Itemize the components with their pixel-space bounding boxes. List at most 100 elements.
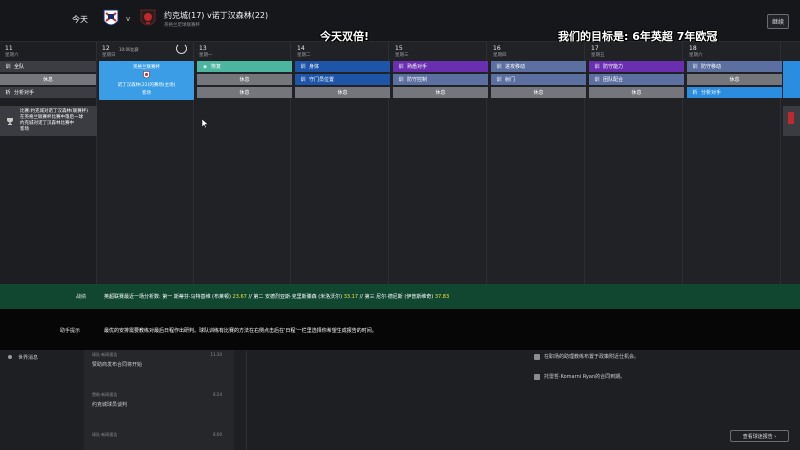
next-day-crest-icon bbox=[788, 112, 794, 124]
event-label: 进攻移动 bbox=[505, 64, 526, 70]
event-label: 休息 bbox=[239, 90, 250, 96]
york-city-crest-icon bbox=[103, 9, 119, 26]
list-item[interactable]: 球队·新闻报告 11:30 赞助商发布合同将开始 bbox=[92, 352, 230, 368]
list-item[interactable]: 赞助·新闻报告 8:24 约克城球员谈判 bbox=[92, 392, 230, 408]
event-rest[interactable]: 休息 bbox=[491, 87, 586, 98]
notification-text: 在职场的助理教练布置于政策附近仕机会。 bbox=[544, 354, 640, 360]
event-rest[interactable]: 休息 bbox=[197, 87, 292, 98]
match-card-competition: 英格兰联赛杯 bbox=[133, 65, 160, 70]
result-text-segment: // 第二 安德烈亚斯·克里斯滕森 (米洛沃尔) bbox=[248, 294, 343, 300]
day-time-note: 10:00比赛 bbox=[119, 47, 139, 52]
notification-item[interactable]: 在职场的助理教练布置于政策附近仕机会。 bbox=[534, 353, 639, 360]
feed-item-time: 8:00 bbox=[213, 432, 222, 437]
event-analyse-opponent[interactable]: 析 分析对手 bbox=[687, 87, 782, 98]
training-icon: 训 bbox=[398, 77, 404, 83]
day-number: 14 bbox=[297, 45, 305, 52]
staff-icon bbox=[534, 353, 540, 360]
event-defensive-movement[interactable]: 训 防守移动 bbox=[687, 61, 782, 72]
event-training-squad[interactable]: 训 全队 bbox=[0, 61, 96, 72]
result-bar-text: 英超联赛最近一场分析数: 第一 斯蒂芬·马特基维 (布莱顿) 23.67 // … bbox=[104, 293, 449, 300]
event-physical[interactable]: 训 身体 bbox=[295, 61, 390, 72]
opponent-crest-icon bbox=[143, 71, 150, 79]
today-label[interactable]: 今天 bbox=[72, 14, 88, 25]
feed-item-time: 8:24 bbox=[213, 392, 222, 397]
training-icon: 训 bbox=[692, 64, 698, 70]
event-rest[interactable]: 休息 bbox=[197, 74, 292, 85]
event-defensive-control[interactable]: 训 防守控制 bbox=[393, 74, 488, 85]
day-weekday: 星期六 bbox=[5, 53, 19, 58]
match-day-card[interactable]: 英格兰联赛杯 诺丁汉森林(22)的赛场(主场) 客场 bbox=[99, 61, 194, 100]
day-weekday: 星期一 bbox=[199, 53, 213, 58]
mouse-cursor-icon bbox=[202, 119, 208, 128]
training-icon: 训 bbox=[594, 64, 600, 70]
day-number: 13 bbox=[199, 45, 207, 52]
training-icon: 训 bbox=[398, 64, 404, 70]
feed-item-source: 球队·新闻报告 bbox=[92, 432, 118, 437]
match-competition: 英格兰足球联赛杯 bbox=[164, 23, 200, 28]
event-label: 全队 bbox=[14, 64, 25, 70]
event-defensive-ability[interactable]: 训 防守能力 bbox=[589, 61, 684, 72]
match-card-opponent: 诺丁汉森林(22)的赛场(主场) bbox=[117, 83, 176, 88]
world-news-label[interactable]: 世界消息 bbox=[18, 354, 38, 361]
day-weekday: 星期日 bbox=[102, 53, 116, 58]
day-number: 12 bbox=[102, 45, 110, 52]
training-icon: 训 bbox=[496, 64, 502, 70]
event-rest[interactable]: 休息 bbox=[295, 87, 390, 98]
continue-button[interactable]: 继续 bbox=[767, 14, 789, 29]
vs-label: v bbox=[126, 15, 131, 23]
view-fan-report-button[interactable]: 查看球迷报告 › bbox=[730, 430, 789, 442]
event-label: 团队配合 bbox=[603, 77, 624, 83]
lower-panel: 世界消息 球队·新闻报告 11:30 赞助商发布合同将开始 赞助·新闻报告 8:… bbox=[0, 350, 800, 450]
event-opponent-familiarity[interactable]: 训 熟悉对手 bbox=[393, 61, 488, 72]
day-weekday: 星期二 bbox=[297, 53, 311, 58]
panel-divider bbox=[246, 350, 247, 450]
match-title[interactable]: 约克城(17) v诺丁汉森林(22) bbox=[164, 10, 268, 21]
analysis-icon: 析 bbox=[5, 90, 11, 96]
result-text-segment: 英超联赛最近一场分析数: 第一 斯蒂芬·马特基维 (布莱顿) bbox=[104, 294, 231, 300]
calendar-grid: 11 星期六 12 星期日 10:00比赛 13 星期一 14 星期二 15 星… bbox=[0, 42, 800, 284]
match-news-card[interactable]: 比赛:约克城对诺丁汉森林(联赛杯) 在英格兰联赛杯比赛中落后一球 约克城对诺丁汉… bbox=[0, 106, 97, 136]
tip-label: 助手提示 bbox=[60, 328, 81, 334]
event-label: 熟悉对手 bbox=[407, 64, 428, 70]
trophy-icon bbox=[7, 118, 13, 125]
event-rest[interactable]: 休息 bbox=[0, 74, 96, 85]
event-rest[interactable]: 休息 bbox=[589, 87, 684, 98]
event-label: 休息 bbox=[337, 90, 348, 96]
training-icon: 训 bbox=[300, 64, 306, 70]
event-label: 分析对手 bbox=[14, 90, 35, 96]
notification-item[interactable]: 托雷哲·Komarni Ryan的合同到期。 bbox=[534, 373, 625, 380]
day-number: 11 bbox=[5, 45, 13, 52]
app-root: 今天 v 约克城(17) v诺丁汉森林(22) 英格兰足球联赛杯 继续 今天双倍… bbox=[0, 0, 800, 450]
event-goalkeeper-positioning[interactable]: 训 守门员位置 bbox=[295, 74, 390, 85]
event-label: 身体 bbox=[309, 64, 320, 70]
event-shooting[interactable]: 训 射门 bbox=[491, 74, 586, 85]
event-label: 射门 bbox=[505, 77, 516, 83]
day-weekday: 星期四 bbox=[493, 53, 507, 58]
notification-text: 托雷哲·Komarni Ryan的合同到期。 bbox=[544, 374, 626, 380]
event-teamwork[interactable]: 训 团队配合 bbox=[589, 74, 684, 85]
feed-item-time: 11:30 bbox=[210, 352, 222, 357]
event-label: 休息 bbox=[729, 77, 740, 83]
score-first: 23.67 bbox=[232, 294, 247, 300]
event-label: 休息 bbox=[631, 90, 642, 96]
event-recovery[interactable]: ◈ 恢复 bbox=[197, 61, 292, 72]
event-label: 防守能力 bbox=[603, 64, 624, 70]
news-card-text: 比赛:约克城对诺丁汉森林(联赛杯) 在英格兰联赛杯比赛中落后一球 约克城对诺丁汉… bbox=[20, 109, 95, 133]
event-label: 防守控制 bbox=[407, 77, 428, 83]
event-label: 分析对手 bbox=[701, 90, 722, 96]
day-weekday: 星期六 bbox=[689, 53, 703, 58]
event-attacking-movement[interactable]: 训 进攻移动 bbox=[491, 61, 586, 72]
event-analyse-opponent[interactable]: 析 分析对手 bbox=[0, 87, 96, 98]
news-line: 客场 bbox=[20, 127, 29, 132]
event-rest[interactable]: 休息 bbox=[687, 74, 782, 85]
list-item[interactable]: 球队·新闻报告 8:00 bbox=[92, 432, 230, 438]
tip-text: 最优的安排需要教练对最后日程作出研判。球队训练有比赛的方法在右侧点击后在'日程'… bbox=[104, 328, 377, 334]
day-number: 16 bbox=[493, 45, 501, 52]
assistant-tip-bar: 助手提示 最优的安排需要教练对最后日程作出研判。球队训练有比赛的方法在右侧点击后… bbox=[0, 309, 800, 350]
event-label: 守门员位置 bbox=[309, 77, 335, 83]
event-rest[interactable]: 休息 bbox=[393, 87, 488, 98]
nottingham-forest-crest-icon bbox=[140, 9, 156, 26]
next-day-event-stub[interactable] bbox=[783, 61, 800, 98]
training-icon: 训 bbox=[5, 64, 11, 70]
result-text-segment: // 第三 尼尔·德尼斯 (伊普斯维奇) bbox=[359, 294, 434, 300]
